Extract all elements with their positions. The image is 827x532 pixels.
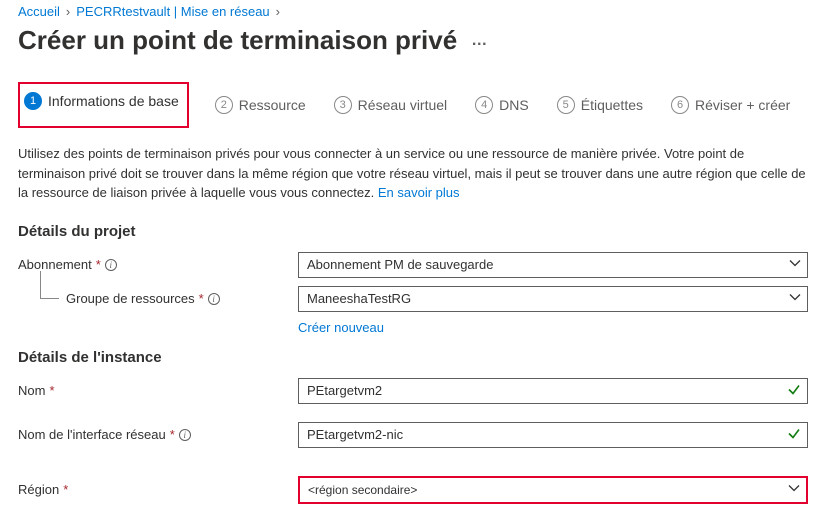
field-subscription: Abonnement * i Abonnement PM de sauvegar…	[18, 252, 809, 278]
info-icon[interactable]: i	[179, 429, 191, 441]
tab-label: Réviser + créer	[695, 97, 790, 113]
breadcrumb: Accueil › PECRRtestvault | Mise en résea…	[18, 4, 809, 19]
wizard-tabs: 1 Informations de base 2 Ressource 3 Rés…	[18, 82, 809, 128]
page-title: Créer un point de terminaison privé …	[18, 25, 809, 56]
info-icon[interactable]: i	[208, 293, 220, 305]
section-instance-details: Détails de l'instance	[18, 349, 809, 366]
resource-group-select[interactable]: ManeeshaTestRG	[298, 286, 808, 312]
chevron-down-icon	[788, 482, 800, 497]
step-number-icon: 2	[215, 96, 233, 114]
more-menu-icon[interactable]: …	[471, 32, 488, 50]
info-icon[interactable]: i	[105, 259, 117, 271]
breadcrumb-home[interactable]: Accueil	[18, 4, 60, 19]
label-nic: Nom de l'interface réseau	[18, 427, 166, 442]
tab-label: Ressource	[239, 97, 306, 113]
required-asterisk-icon: *	[63, 482, 68, 497]
chevron-right-icon: ›	[276, 4, 280, 19]
field-region: Région * <région secondaire>	[18, 476, 809, 504]
step-number-icon: 6	[671, 96, 689, 114]
subscription-select[interactable]: Abonnement PM de sauvegarde	[298, 252, 808, 278]
checkmark-icon	[787, 382, 801, 399]
tab-label: DNS	[499, 97, 529, 113]
step-number-icon: 4	[475, 96, 493, 114]
learn-more-link[interactable]: En savoir plus	[378, 185, 460, 200]
label-region: Région	[18, 482, 59, 497]
field-name: Nom * PEtargetvm2	[18, 378, 809, 404]
checkmark-icon	[787, 426, 801, 443]
step-number-icon: 1	[24, 92, 42, 110]
highlight-box-tab1: 1 Informations de base	[18, 82, 189, 128]
tab-label: Réseau virtuel	[358, 97, 448, 113]
tab-dns[interactable]: 4 DNS	[473, 90, 531, 120]
create-new-link[interactable]: Créer nouveau	[298, 320, 384, 335]
step-number-icon: 3	[334, 96, 352, 114]
name-input[interactable]: PEtargetvm2	[298, 378, 808, 404]
label-rg: Groupe de ressources	[66, 291, 195, 306]
label-name: Nom	[18, 383, 45, 398]
step-number-icon: 5	[557, 96, 575, 114]
tab-resource[interactable]: 2 Ressource	[213, 90, 308, 120]
required-asterisk-icon: *	[49, 383, 54, 398]
label-subscription: Abonnement	[18, 257, 92, 272]
tab-label: Informations de base	[48, 93, 179, 109]
tab-review[interactable]: 6 Réviser + créer	[669, 90, 792, 120]
chevron-right-icon: ›	[66, 4, 70, 19]
tab-basics[interactable]: 1 Informations de base	[22, 86, 181, 116]
required-asterisk-icon: *	[199, 291, 204, 306]
field-resource-group: Groupe de ressources * i ManeeshaTestRG	[18, 286, 809, 312]
tab-label: Étiquettes	[581, 97, 643, 113]
create-new-rg: Créer nouveau	[298, 320, 809, 335]
required-asterisk-icon: *	[96, 257, 101, 272]
chevron-down-icon	[789, 291, 801, 306]
region-select[interactable]: <région secondaire>	[298, 476, 808, 504]
tab-tags[interactable]: 5 Étiquettes	[555, 90, 645, 120]
field-nic-name: Nom de l'interface réseau * i PEtargetvm…	[18, 422, 809, 448]
section-project-details: Détails du projet	[18, 223, 809, 240]
chevron-down-icon	[789, 257, 801, 272]
required-asterisk-icon: *	[170, 427, 175, 442]
tab-vnet[interactable]: 3 Réseau virtuel	[332, 90, 450, 120]
nic-name-input[interactable]: PEtargetvm2-nic	[298, 422, 808, 448]
intro-text: Utilisez des points de terminaison privé…	[18, 144, 808, 203]
breadcrumb-vault[interactable]: PECRRtestvault | Mise en réseau	[76, 4, 269, 19]
